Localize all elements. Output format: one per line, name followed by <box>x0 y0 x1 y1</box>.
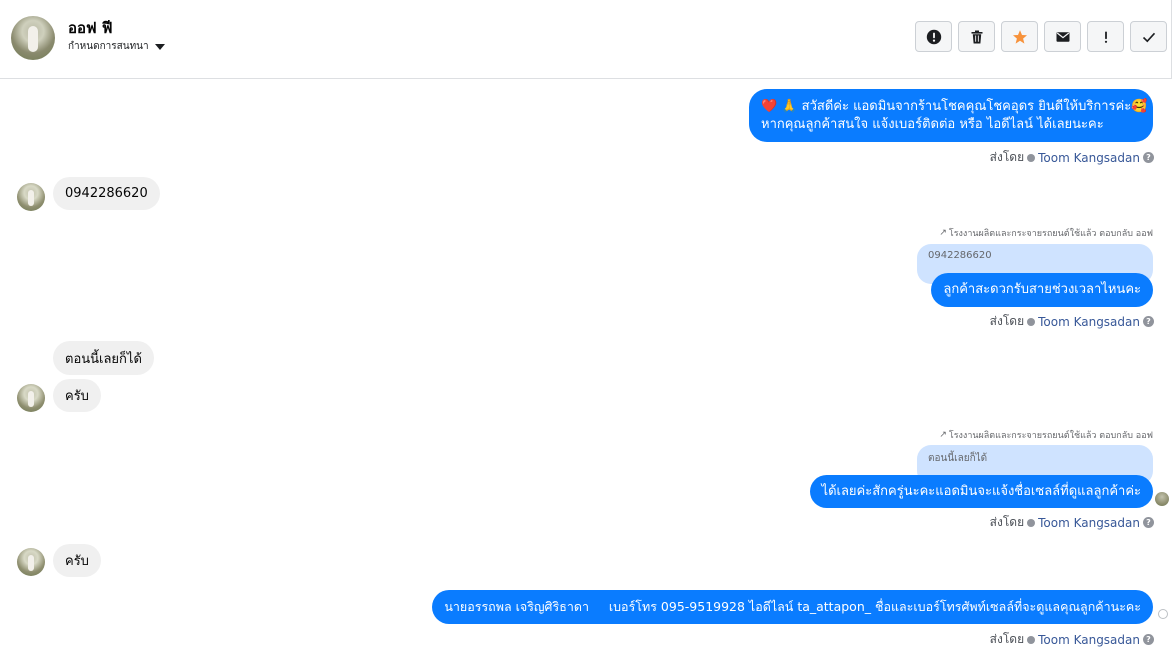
message-text: นายอรรถพล เจริญศิริธาดา เบอร์โทร 095-951… <box>444 599 1141 614</box>
sent-by-info: ส่งโดย Toom Kangsadan ? <box>990 148 1154 167</box>
sent-by-label: ส่งโดย <box>989 314 1025 328</box>
help-icon[interactable]: ? <box>1143 517 1154 528</box>
message-outgoing[interactable]: ❤️ 🙏 สวัสดีค่ะ แอดมินจากร้านโชคคุณโชคอุด… <box>749 89 1153 142</box>
contact-avatar[interactable] <box>17 384 45 412</box>
trash-icon <box>971 30 982 43</box>
agent-status-icon <box>1027 317 1036 326</box>
reply-context: ↗ โรงงานผลิตและกระจายรถยนต์ใช้แล้ว ตอบกล… <box>939 428 1153 442</box>
message-outgoing[interactable]: ได้เลยค่ะสักครู่นะคะแอดมินจะแจ้งชื่อเซลล… <box>809 475 1153 508</box>
read-receipt-avatar <box>1155 492 1169 506</box>
star-icon <box>1012 29 1027 44</box>
agent-name-link[interactable]: Toom Kangsadan <box>1038 516 1140 530</box>
sent-by-label: ส่งโดย <box>989 150 1025 164</box>
agent-name-link[interactable]: Toom Kangsadan <box>1038 151 1140 165</box>
message-text: ครับ <box>65 389 89 404</box>
message-incoming[interactable]: 0942286620 <box>53 177 160 210</box>
message-outgoing[interactable]: นายอรรถพล เจริญศิริธาดา เบอร์โทร 095-951… <box>432 590 1153 624</box>
message-text: ลูกค้าสะดวกรับสายช่วงเวลาไหนคะ <box>943 282 1141 297</box>
folded-hands-emoji: 🙏 <box>781 99 798 114</box>
important-button[interactable] <box>1087 21 1124 52</box>
exclamation-icon <box>1104 31 1107 43</box>
agent-name-link[interactable]: Toom Kangsadan <box>1038 315 1140 329</box>
conversation-schedule-dropdown[interactable]: กำหนดการสนทนา <box>68 39 165 54</box>
contact-avatar[interactable] <box>17 183 45 211</box>
reply-arrow-icon: ↗ <box>939 228 947 238</box>
help-icon[interactable]: ? <box>1143 634 1154 645</box>
delete-button[interactable] <box>958 21 995 52</box>
message-text: ครับ <box>65 554 89 569</box>
message-line: หากคุณลูกค้าสนใจ แจ้งเบอร์ติดต่อ หรือ ไอ… <box>761 117 1104 132</box>
contact-name[interactable]: ออฟ ฟี <box>68 16 112 40</box>
message-text: ตอนนี้เลยก็ได้ <box>65 351 142 367</box>
schedule-label: กำหนดการสนทนา <box>68 41 149 52</box>
help-icon[interactable]: ? <box>1143 316 1154 327</box>
reply-context-text: โรงงานผลิตและกระจายรถยนต์ใช้แล้ว ตอบกลับ… <box>948 229 1153 239</box>
sent-by-info: ส่งโดย Toom Kangsadan ? <box>990 312 1154 331</box>
message-thread: ❤️ 🙏 สวัสดีค่ะ แอดมินจากร้านโชคคุณโชคอุด… <box>0 79 1173 659</box>
quoted-text: ตอนนี้เลยก็ได้ <box>928 453 988 464</box>
star-button[interactable] <box>1001 21 1038 52</box>
message-text: สวัสดีค่ะ แอดมินจากร้านโชคคุณโชคอุดร ยิน… <box>801 99 1132 114</box>
message-incoming[interactable]: ครับ <box>53 379 101 412</box>
agent-name-link[interactable]: Toom Kangsadan <box>1038 633 1140 647</box>
message-outgoing[interactable]: ลูกค้าสะดวกรับสายช่วงเวลาไหนคะ <box>931 273 1153 307</box>
heart-emoji: ❤️ <box>761 99 778 114</box>
check-icon <box>1142 32 1155 42</box>
help-icon[interactable]: ? <box>1143 152 1154 163</box>
reply-arrow-icon: ↗ <box>939 430 947 440</box>
mail-button[interactable] <box>1044 21 1081 52</box>
alert-circle-button[interactable] <box>915 21 952 52</box>
agent-status-icon <box>1027 635 1036 644</box>
conversation-header: ออฟ ฟี กำหนดการสนทนา <box>0 0 1172 79</box>
message-text: ได้เลยค่ะสักครู่นะคะแอดมินจะแจ้งชื่อเซลล… <box>821 483 1141 499</box>
alert-circle-icon <box>926 29 941 44</box>
delivered-check-icon <box>1158 609 1168 619</box>
reply-context-text: โรงงานผลิตและกระจายรถยนต์ใช้แล้ว ตอบกลับ… <box>948 431 1153 441</box>
message-line: ❤️ 🙏 สวัสดีค่ะ แอดมินจากร้านโชคคุณโชคอุด… <box>761 98 1147 116</box>
agent-status-icon <box>1027 153 1036 162</box>
reply-context: ↗ โรงงานผลิตและกระจายรถยนต์ใช้แล้ว ตอบกล… <box>939 226 1153 240</box>
contact-avatar[interactable] <box>17 548 45 576</box>
caret-down-icon <box>154 43 165 50</box>
sent-by-info: ส่งโดย Toom Kangsadan ? <box>990 513 1154 532</box>
smiling-hearts-emoji: 🥰 <box>1131 99 1148 114</box>
sent-by-label: ส่งโดย <box>989 632 1025 646</box>
contact-avatar[interactable] <box>11 16 55 60</box>
sent-by-info: ส่งโดย Toom Kangsadan ? <box>990 630 1154 649</box>
done-button[interactable] <box>1130 21 1167 52</box>
quoted-text: 0942286620 <box>928 250 992 261</box>
sent-by-label: ส่งโดย <box>989 515 1025 529</box>
toolbar <box>915 21 1167 52</box>
agent-status-icon <box>1027 518 1036 527</box>
message-incoming[interactable]: ครับ <box>53 544 101 577</box>
envelope-icon <box>1056 31 1069 42</box>
message-text: 0942286620 <box>65 186 148 201</box>
message-incoming[interactable]: ตอนนี้เลยก็ได้ <box>53 341 154 375</box>
